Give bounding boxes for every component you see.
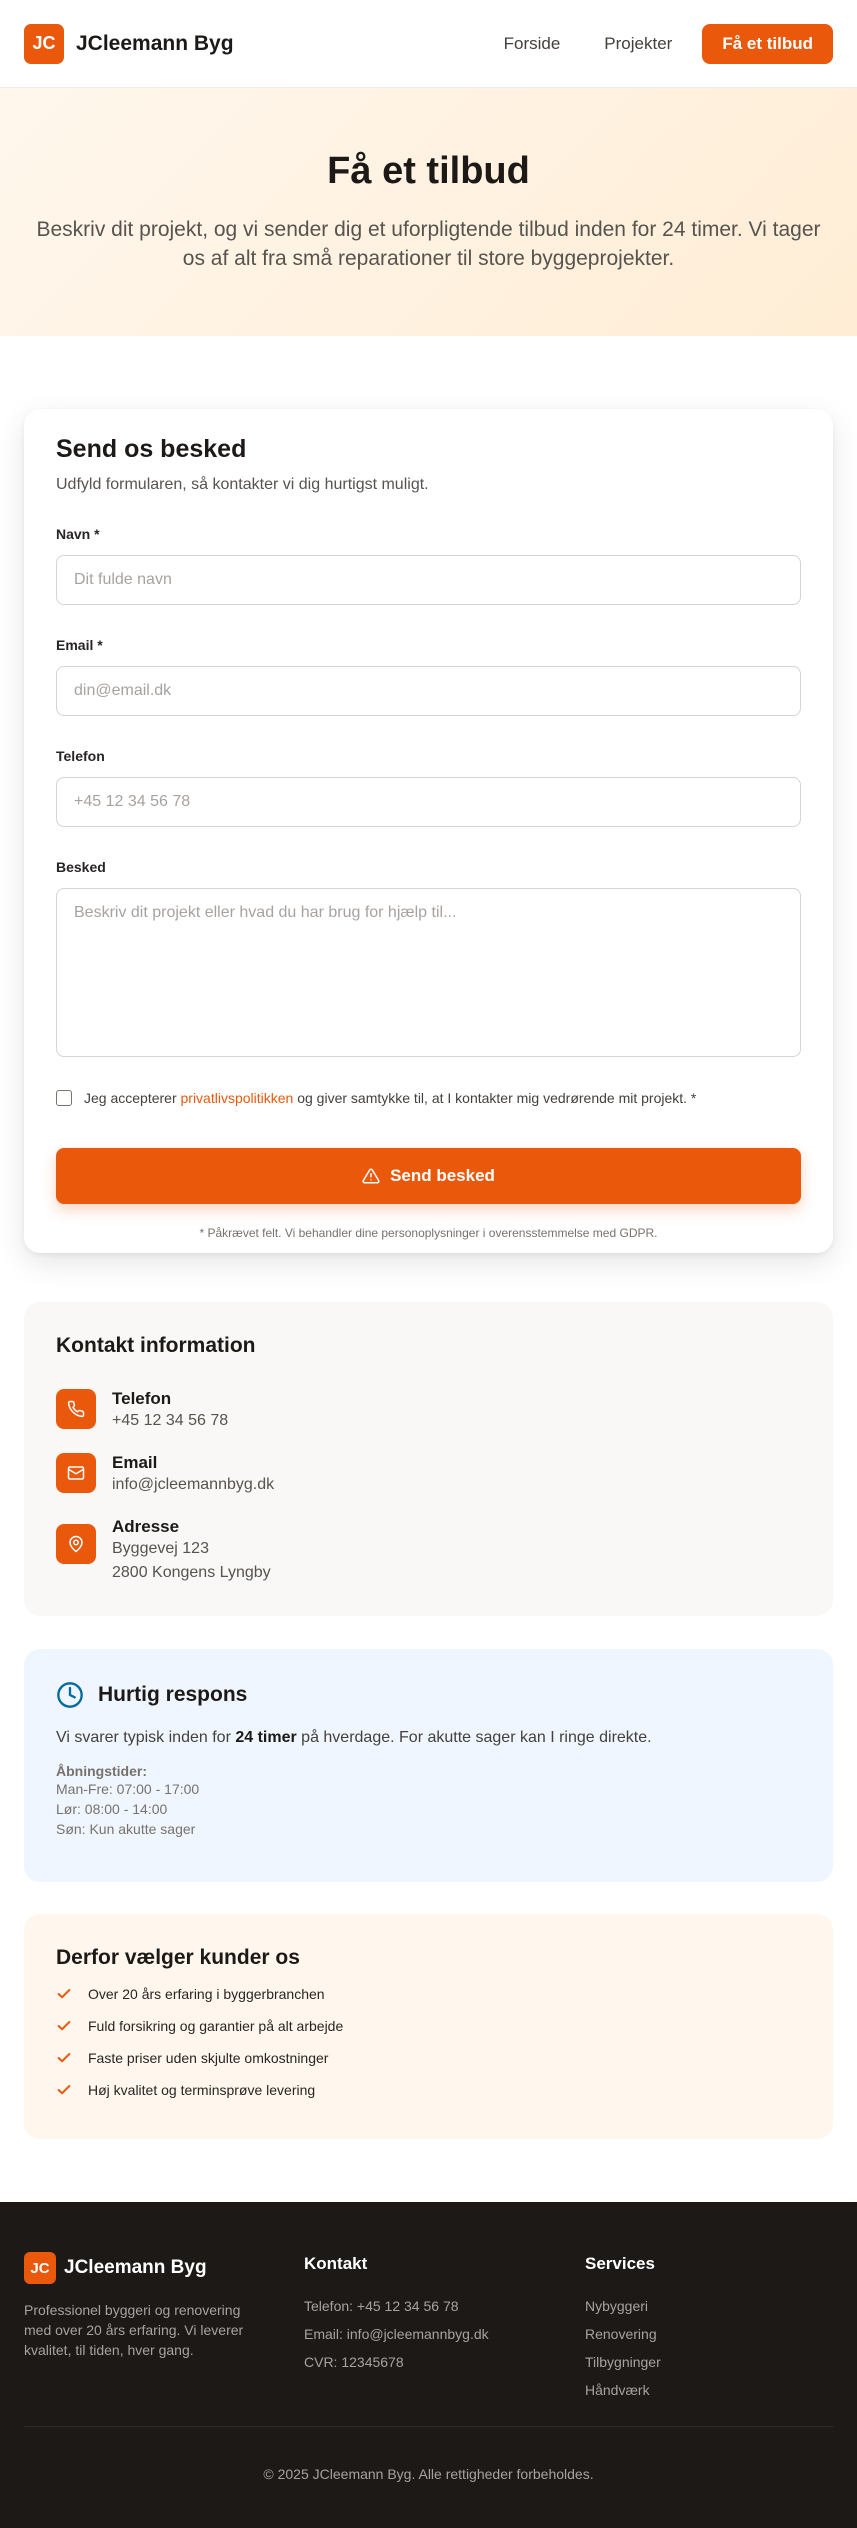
name-input[interactable]: Dit fulde navn	[56, 555, 801, 605]
footer-copyright: © 2025 JCleemann Byg. Alle rettigheder f…	[263, 2466, 594, 2482]
email-input[interactable]: din@email.dk	[56, 666, 801, 716]
phone-input[interactable]: +45 12 34 56 78	[56, 777, 801, 827]
footer-service-link[interactable]: Tilbygninger	[585, 2354, 661, 2370]
quick-response-card: Hurtig respons Vi svarer typisk inden fo…	[24, 1649, 833, 1882]
footer-contact-phone[interactable]: Telefon: +45 12 34 56 78	[304, 2298, 489, 2314]
footer-service-link[interactable]: Renovering	[585, 2326, 661, 2342]
check-icon	[57, 1989, 71, 1999]
map-pin-icon	[56, 1524, 96, 1564]
why-item: Fuld forsikring og garantier på alt arbe…	[56, 2018, 801, 2034]
hero-subtitle: Beskriv dit projekt, og vi sender dig et…	[36, 218, 821, 270]
check-icon	[57, 2085, 71, 2095]
message-label: Besked	[56, 859, 106, 875]
nav-link-projekter[interactable]: Projekter	[604, 34, 672, 54]
logo-text: JC	[32, 33, 56, 53]
contact-info-title: Kontakt information	[56, 1334, 256, 1357]
email-label: Email *	[56, 637, 103, 653]
phone-icon	[56, 1389, 96, 1429]
consent-checkbox[interactable]	[56, 1090, 72, 1106]
quick-response-title: Hurtig respons	[98, 1683, 248, 1706]
contact-form-card: Send os besked Udfyld formularen, så kon…	[24, 409, 833, 1253]
quick-response-text: Vi svarer typisk inden for 24 timer på h…	[56, 1729, 801, 1747]
opening-hours-sunday: Søn: Kun akutte sager	[56, 1821, 196, 1837]
warning-triangle-icon	[362, 1168, 380, 1184]
site-footer: JC JCleemann Byg Professionel byggeri og…	[0, 2202, 857, 2528]
privacy-policy-link[interactable]: privatlivspolitikken	[181, 1090, 294, 1106]
nav-link-forside[interactable]: Forside	[504, 34, 561, 54]
message-textarea[interactable]: Beskriv dit projekt eller hvad du har br…	[56, 888, 801, 1057]
consent-text: Jeg accepterer privatlivspolitikken og g…	[84, 1090, 696, 1106]
footer-brand-name: JCleemann Byg	[64, 2257, 207, 2278]
contact-phone-row: Telefon +45 12 34 56 78	[56, 1389, 228, 1433]
consent-row: Jeg accepterer privatlivspolitikken og g…	[56, 1090, 801, 1106]
check-icon	[57, 2053, 71, 2063]
response-text-prefix: Vi svarer typisk inden for	[56, 1729, 236, 1746]
opening-hours-title: Åbningstider:	[56, 1763, 147, 1779]
contact-email-value[interactable]: info@jcleemannbyg.dk	[112, 1473, 274, 1497]
email-placeholder: din@email.dk	[74, 682, 172, 699]
footer-contact-email[interactable]: Email: info@jcleemannbyg.dk	[304, 2326, 489, 2342]
phone-placeholder: +45 12 34 56 78	[74, 793, 191, 810]
why-choose-us-card: Derfor vælger kunder os Over 20 års erfa…	[24, 1914, 833, 2139]
send-message-button[interactable]: Send besked	[56, 1148, 801, 1204]
phone-label: Telefon	[56, 748, 105, 764]
contact-address-line1: Byggevej 123	[112, 1540, 209, 1557]
brand-name[interactable]: JCleemann Byg	[76, 32, 234, 56]
site-header: JC JCleemann Byg Forside Projekter Få et…	[0, 0, 857, 88]
response-text-suffix: på hverdage. For akutte sager kan I ring…	[296, 1729, 652, 1746]
name-placeholder: Dit fulde navn	[74, 571, 172, 588]
hero-section: Få et tilbud Beskriv dit projekt, og vi …	[0, 88, 857, 336]
why-item-text: Over 20 års erfaring i byggerbranchen	[88, 1986, 325, 2002]
page-title: Få et tilbud	[327, 150, 530, 192]
response-text-bold: 24 timer	[235, 1729, 297, 1746]
contact-email-row: Email info@jcleemannbyg.dk	[56, 1453, 274, 1497]
opening-hours-saturday: Lør: 08:00 - 14:00	[56, 1801, 168, 1817]
why-item-text: Høj kvalitet og terminsprøve levering	[88, 2082, 316, 2098]
footer-logo-text: JC	[30, 2259, 50, 2277]
why-item: Høj kvalitet og terminsprøve levering	[56, 2082, 801, 2098]
footer-description: Professionel byggeri og renovering med o…	[24, 2302, 244, 2358]
footer-services-title: Services	[585, 2254, 655, 2273]
opening-hours-weekdays: Man-Fre: 07:00 - 17:00	[56, 1781, 200, 1797]
contact-info-card: Kontakt information Telefon +45 12 34 56…	[24, 1302, 833, 1616]
why-item: Over 20 års erfaring i byggerbranchen	[56, 1986, 801, 2002]
name-label: Navn *	[56, 526, 100, 542]
why-item-text: Fuld forsikring og garantier på alt arbe…	[88, 2018, 344, 2034]
why-title: Derfor vælger kunder os	[56, 1946, 300, 1969]
form-note: * Påkrævet felt. Vi behandler dine perso…	[199, 1226, 658, 1240]
check-icon	[57, 2021, 71, 2031]
consent-prefix: Jeg accepterer	[84, 1090, 181, 1106]
clock-icon	[57, 1682, 83, 1708]
contact-email-title: Email	[112, 1453, 158, 1472]
footer-contact-column: Kontakt Telefon: +45 12 34 56 78 Email: …	[304, 2254, 489, 2370]
contact-address-row: Adresse Byggevej 123 2800 Kongens Lyngby	[56, 1517, 271, 1585]
contact-phone-title: Telefon	[112, 1389, 172, 1408]
get-quote-button[interactable]: Få et tilbud	[702, 24, 833, 64]
mail-icon	[56, 1453, 96, 1493]
footer-contact-title: Kontakt	[304, 2254, 368, 2273]
footer-brand-column: JC JCleemann Byg Professionel byggeri og…	[24, 2252, 269, 2360]
footer-divider	[24, 2426, 833, 2427]
footer-contact-cvr: CVR: 12345678	[304, 2354, 404, 2370]
footer-service-link[interactable]: Håndværk	[585, 2382, 661, 2398]
logo[interactable]: JC	[24, 23, 64, 64]
contact-phone-value[interactable]: +45 12 34 56 78	[112, 1409, 228, 1433]
contact-address-line2: 2800 Kongens Lyngby	[112, 1564, 271, 1581]
footer-logo[interactable]: JC	[24, 2252, 56, 2284]
footer-service-link[interactable]: Nybyggeri	[585, 2298, 661, 2314]
why-item-text: Faste priser uden skjulte omkostninger	[88, 2050, 329, 2066]
main-nav: Forside Projekter Få et tilbud	[504, 24, 833, 64]
form-subtitle: Udfyld formularen, så kontakter vi dig h…	[56, 476, 429, 493]
why-item: Faste priser uden skjulte omkostninger	[56, 2050, 801, 2066]
consent-suffix: og giver samtykke til, at I kontakter mi…	[293, 1090, 697, 1106]
form-title: Send os besked	[56, 435, 247, 463]
contact-address-title: Adresse	[112, 1517, 180, 1536]
message-placeholder: Beskriv dit projekt eller hvad du har br…	[74, 904, 457, 921]
footer-services-column: Services Nybyggeri Renovering Tilbygning…	[585, 2254, 661, 2398]
send-message-label: Send besked	[390, 1166, 495, 1185]
